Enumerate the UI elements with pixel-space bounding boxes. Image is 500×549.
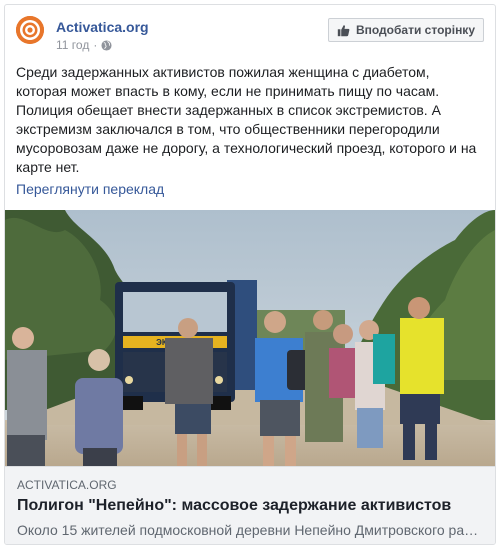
- link-preview[interactable]: ACTIVATICA.ORG Полигон "Непейно": массов…: [5, 466, 495, 544]
- like-page-label: Вподобати сторінку: [355, 23, 475, 37]
- post-timestamp[interactable]: 11 год: [56, 38, 89, 52]
- link-domain: ACTIVATICA.ORG: [17, 478, 117, 492]
- meta-separator: ·: [93, 38, 98, 52]
- globe-icon: [101, 39, 112, 51]
- protest-scene-image: ЭКО-ЖЕЛ: [5, 210, 495, 466]
- post-body-text: Среди задержанных активистов пожилая жен…: [16, 64, 477, 175]
- see-translation-link[interactable]: Переглянути переклад: [16, 181, 164, 197]
- link-title[interactable]: Полигон "Непейно": массовое задержание а…: [17, 495, 483, 517]
- post-header: Activatica.org 11 год · Вподобати сторін…: [16, 16, 484, 56]
- post-photo[interactable]: ЭКО-ЖЕЛ: [5, 210, 495, 466]
- post-meta: 11 год ·: [56, 38, 112, 52]
- post-card: Activatica.org 11 год · Вподобати сторін…: [4, 4, 496, 545]
- activatica-logo-icon: [16, 16, 44, 44]
- page-name-link[interactable]: Activatica.org: [56, 19, 149, 35]
- link-description: Около 15 жителей подмосковной деревни Не…: [17, 522, 483, 538]
- like-page-button[interactable]: Вподобати сторінку: [327, 18, 484, 42]
- page-avatar[interactable]: [16, 16, 44, 44]
- thumbs-up-icon: [337, 24, 350, 36]
